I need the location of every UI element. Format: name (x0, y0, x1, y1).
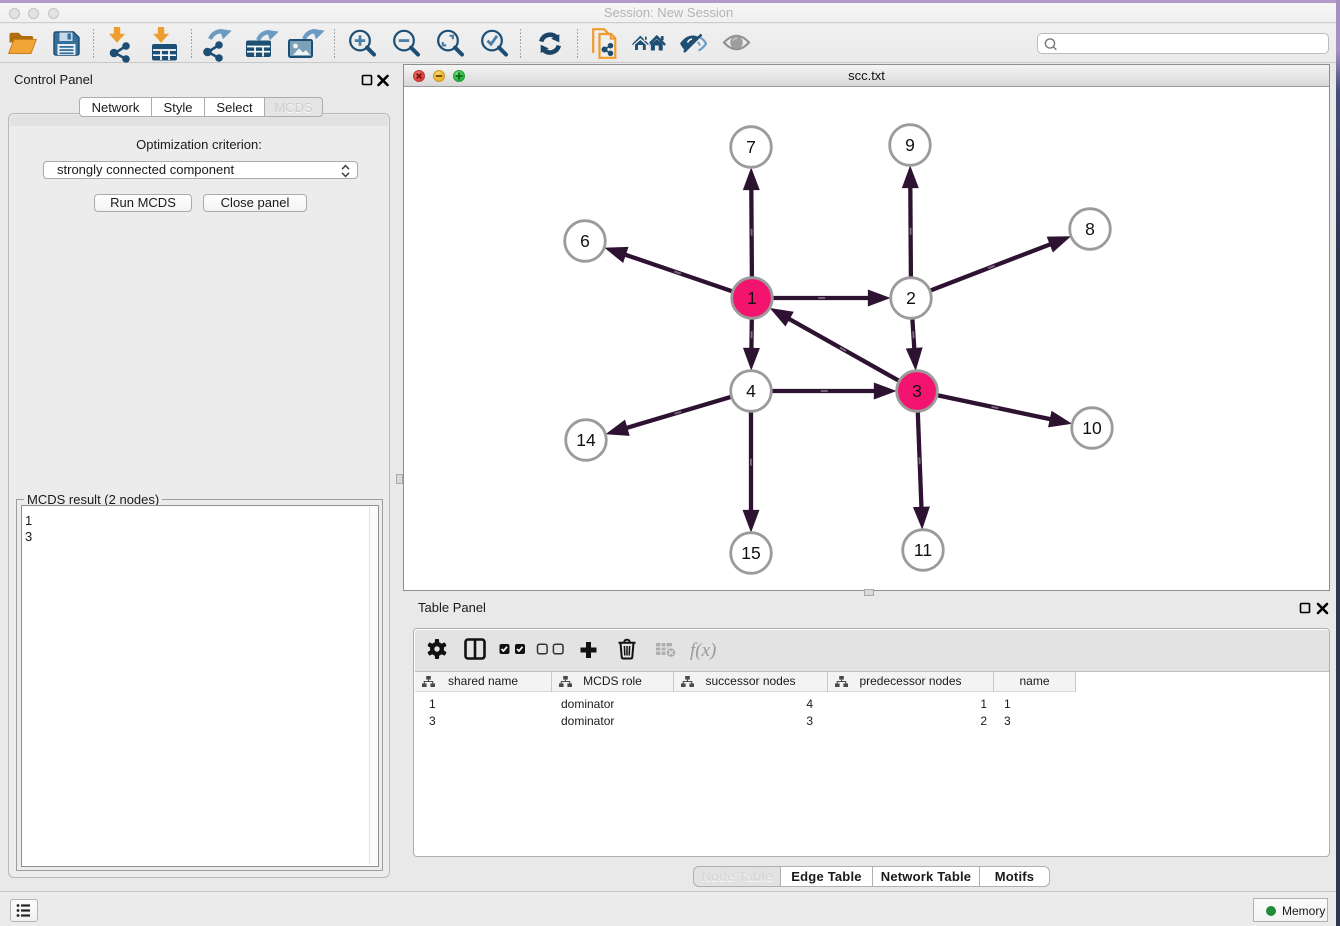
svg-text:15: 15 (741, 543, 760, 563)
svg-text:3: 3 (912, 381, 922, 401)
svg-text:11: 11 (914, 540, 932, 560)
svg-text:6: 6 (580, 231, 590, 251)
svg-text:7: 7 (746, 137, 756, 157)
svg-text:1: 1 (747, 288, 757, 308)
svg-text:4: 4 (746, 381, 756, 401)
svg-text:10: 10 (1082, 418, 1102, 438)
svg-text:8: 8 (1085, 219, 1095, 239)
svg-text:f(x): f(x) (690, 640, 716, 661)
svg-text:14: 14 (576, 430, 596, 450)
svg-text:9: 9 (905, 135, 915, 155)
svg-text:2: 2 (906, 288, 916, 308)
